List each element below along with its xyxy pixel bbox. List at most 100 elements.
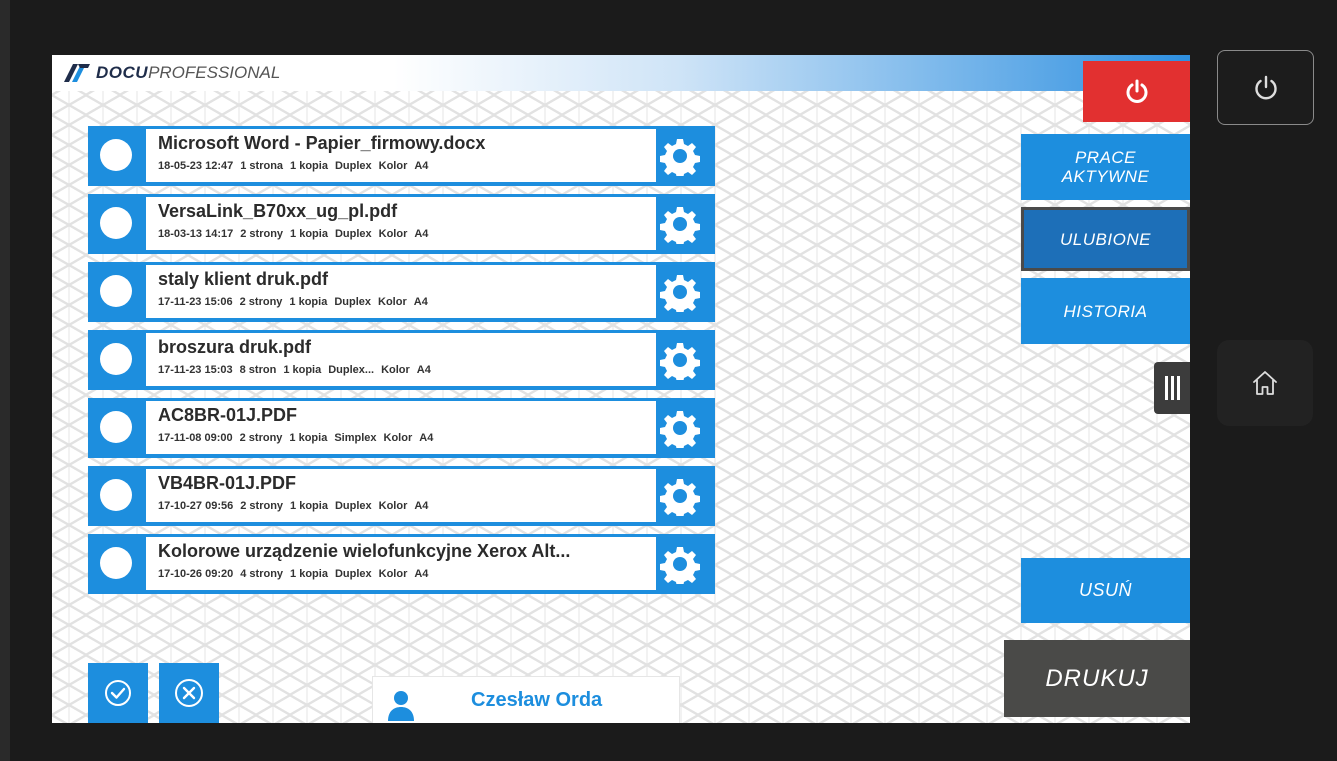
gear-icon <box>660 411 700 452</box>
job-duplex: Duplex <box>334 160 372 172</box>
gear-icon <box>660 547 700 588</box>
job-settings-button[interactable] <box>660 340 700 383</box>
delete-button-label: USUŃ <box>1078 580 1132 600</box>
tab-active-jobs[interactable]: PRACE AKTYWNE <box>1021 134 1190 200</box>
job-duplex: Duplex <box>334 568 372 580</box>
job-name: staly klient druk.pdf <box>158 269 329 289</box>
tab-history-label: HISTORIA <box>1063 301 1148 321</box>
job-pages: 2 strony <box>239 432 283 444</box>
job-pages: 4 strony <box>240 568 284 580</box>
device-bezel <box>0 0 10 761</box>
job-name: broszura druk.pdf <box>158 337 312 357</box>
logged-user-panel: Czesław Orda <box>372 676 680 723</box>
job-list: Microsoft Word - Papier_firmowy.docx 18-0… <box>88 126 715 602</box>
print-button-label: DRUKUJ <box>1045 664 1149 692</box>
job-size: A4 <box>413 296 428 308</box>
job-details[interactable]: VB4BR-01J.PDF 17-10-27 09:56 2 strony 1 kop… <box>146 469 656 522</box>
gear-icon <box>660 275 700 316</box>
job-select-radio[interactable] <box>100 411 132 443</box>
job-copies: 1 kopia <box>290 500 328 512</box>
job-copies: 1 kopia <box>290 228 328 240</box>
job-duplex: Duplex <box>334 296 372 308</box>
job-select-radio[interactable] <box>100 343 132 375</box>
select-all-button[interactable] <box>88 663 148 723</box>
grip-icon <box>1176 376 1180 400</box>
device-power-button[interactable] <box>1217 50 1314 125</box>
device-home-button[interactable] <box>1217 340 1313 426</box>
gear-icon <box>660 479 700 520</box>
user-icon <box>388 691 414 721</box>
job-details[interactable]: Kolorowe urządzenie wielofunkcyjne Xerox… <box>146 537 656 590</box>
job-meta: 17-11-08 09:00 2 strony 1 kopia Simplex Kolo… <box>158 432 440 444</box>
job-row[interactable]: Microsoft Word - Papier_firmowy.docx 18-0… <box>88 126 715 186</box>
side-panel-handle[interactable] <box>1154 362 1190 414</box>
job-duplex: Duplex <box>334 228 372 240</box>
job-size: A4 <box>414 500 429 512</box>
job-details[interactable]: VersaLink_B70xx_ug_pl.pdf 18-03-13 14:17 2… <box>146 197 656 250</box>
grip-icon <box>1164 376 1168 400</box>
gear-icon <box>660 207 700 248</box>
job-color: Kolor <box>378 296 407 308</box>
job-row[interactable]: VersaLink_B70xx_ug_pl.pdf 18-03-13 14:17 2… <box>88 194 715 254</box>
job-size: A4 <box>414 228 429 240</box>
job-settings-button[interactable] <box>660 272 700 315</box>
job-size: A4 <box>414 160 429 172</box>
job-copies: 1 kopia <box>289 432 328 444</box>
print-button[interactable]: DRUKUJ <box>1004 640 1190 717</box>
job-row[interactable]: Kolorowe urządzenie wielofunkcyjne Xerox… <box>88 534 715 594</box>
job-settings-button[interactable] <box>660 136 700 179</box>
tab-history[interactable]: HISTORIA <box>1021 278 1190 344</box>
job-copies: 1 kopia <box>283 364 322 376</box>
job-pages: 8 stron <box>239 364 277 376</box>
logo-text-light: PROFESSIONAL <box>148 63 281 82</box>
job-row[interactable]: VB4BR-01J.PDF 17-10-27 09:56 2 strony 1 kop… <box>88 466 715 526</box>
job-row[interactable]: broszura druk.pdf 17-11-23 15:03 8 stron 1 … <box>88 330 715 390</box>
job-select-radio[interactable] <box>100 479 132 511</box>
tab-favorites[interactable]: ULUBIONE <box>1021 207 1190 271</box>
job-name: VB4BR-01J.PDF <box>158 473 297 493</box>
job-settings-button[interactable] <box>660 544 700 587</box>
job-date: 17-11-08 09:00 <box>158 432 233 444</box>
job-meta: 17-10-26 09:20 4 strony 1 kopia Duplex Kolor… <box>158 568 435 580</box>
job-date: 18-03-13 14:17 <box>158 228 234 240</box>
job-color: Kolor <box>383 432 413 444</box>
job-duplex: Duplex <box>334 500 372 512</box>
deselect-all-button[interactable] <box>159 663 219 723</box>
job-name: Kolorowe urządzenie wielofunkcyjne Xerox… <box>158 541 571 561</box>
printer-screen: DOCU PROFESSIONAL Microsoft Word - Papie… <box>52 55 1190 723</box>
job-copies: 1 kopia <box>289 296 328 308</box>
job-date: 17-11-23 15:06 <box>158 296 233 308</box>
tab-favorites-label: ULUBIONE <box>1060 229 1151 249</box>
job-size: A4 <box>414 568 429 580</box>
job-select-radio[interactable] <box>100 207 132 239</box>
gear-icon <box>660 139 700 180</box>
job-details[interactable]: AC8BR-01J.PDF 17-11-08 09:00 2 strony 1 kop… <box>146 401 656 454</box>
job-settings-button[interactable] <box>660 204 700 247</box>
job-duplex: Duplex... <box>328 364 375 376</box>
job-row[interactable]: staly klient druk.pdf 17-11-23 15:06 2 str… <box>88 262 715 322</box>
job-pages: 1 strona <box>240 160 284 172</box>
check-circle-icon <box>105 680 131 706</box>
delete-button[interactable]: USUŃ <box>1021 558 1190 623</box>
job-details[interactable]: Microsoft Word - Papier_firmowy.docx 18-0… <box>146 129 656 182</box>
job-meta: 17-11-23 15:03 8 stron 1 kopia Duplex... Kol… <box>158 364 438 376</box>
job-settings-button[interactable] <box>660 476 700 519</box>
job-size: A4 <box>416 364 431 376</box>
job-date: 17-11-23 15:03 <box>158 364 233 376</box>
user-name: Czesław Orda <box>471 689 603 711</box>
app-logo: DOCU PROFESSIONAL <box>64 63 280 83</box>
job-copies: 1 kopia <box>290 568 328 580</box>
job-settings-button[interactable] <box>660 408 700 451</box>
job-row[interactable]: AC8BR-01J.PDF 17-11-08 09:00 2 strony 1 kop… <box>88 398 715 458</box>
job-select-radio[interactable] <box>100 139 132 171</box>
job-select-radio[interactable] <box>100 547 132 579</box>
gear-icon <box>660 343 700 384</box>
power-icon <box>1254 75 1277 99</box>
job-details[interactable]: broszura druk.pdf 17-11-23 15:03 8 stron 1 … <box>146 333 656 386</box>
job-meta: 17-10-27 09:56 2 strony 1 kopia Duplex Kolor… <box>158 500 435 512</box>
logout-power-button[interactable] <box>1083 61 1190 122</box>
job-duplex: Simplex <box>334 432 377 444</box>
job-details[interactable]: staly klient druk.pdf 17-11-23 15:06 2 str… <box>146 265 656 318</box>
logo-icon <box>64 64 90 82</box>
job-select-radio[interactable] <box>100 275 132 307</box>
